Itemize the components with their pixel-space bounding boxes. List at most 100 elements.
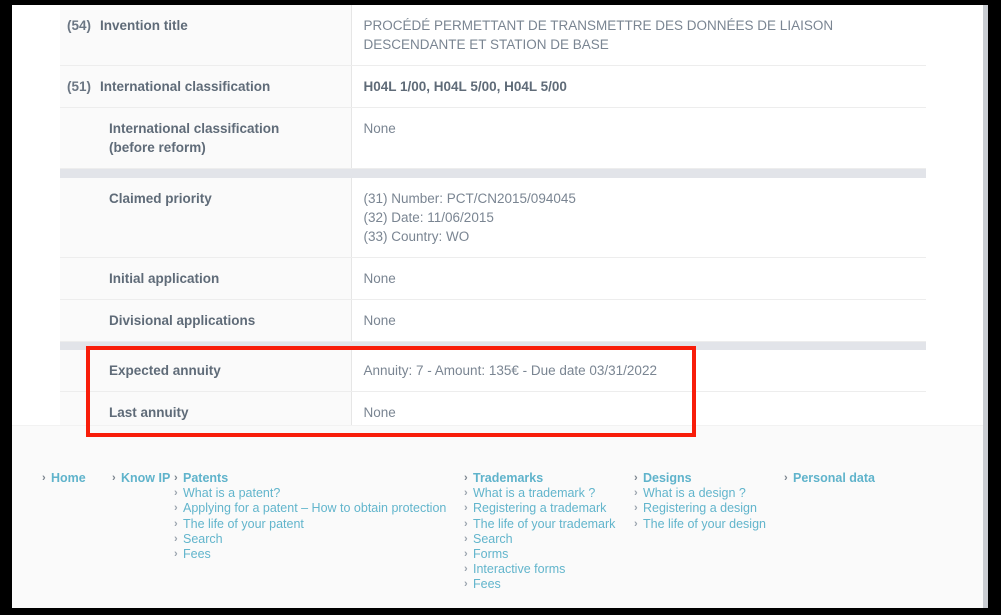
- footer-link[interactable]: › Trademarks: [464, 471, 634, 486]
- footer-link-label: Registering a trademark: [473, 501, 607, 516]
- footer-link[interactable]: › Home: [42, 471, 112, 486]
- footer-link-label: Search: [473, 531, 513, 546]
- chevron-right-icon: ›: [464, 532, 468, 545]
- chevron-right-icon: ›: [464, 487, 468, 500]
- row-value-text: None: [363, 312, 396, 328]
- chevron-right-icon: ›: [174, 517, 178, 530]
- footer-link[interactable]: › Personal data: [784, 471, 934, 486]
- claimed-priority-line: (33) Country: WO: [363, 228, 470, 244]
- footer-link-label: The life of your patent: [183, 516, 304, 531]
- table-group-spacer-left: [60, 168, 351, 178]
- footer-link-label: What is a trademark ?: [473, 486, 596, 501]
- table-row: Divisional applications None: [60, 299, 926, 342]
- chevron-right-icon: ›: [464, 517, 468, 530]
- row-label-cell: (51) International classification: [60, 65, 352, 108]
- footer-column-know: › Know IP: [112, 471, 174, 486]
- footer-link-label: Registering a design: [643, 501, 757, 516]
- row-value-cell: None: [351, 299, 926, 342]
- footer-link[interactable]: › Registering a design: [634, 501, 784, 516]
- footer-link-label: The life of your trademark: [473, 516, 616, 531]
- page-scrollbar[interactable]: [983, 5, 988, 608]
- chevron-right-icon: ›: [464, 472, 468, 484]
- footer-link-label: Fees: [473, 577, 501, 592]
- chevron-right-icon: ›: [174, 487, 178, 500]
- footer-link[interactable]: › Forms: [464, 547, 634, 562]
- footer-link[interactable]: › Fees: [174, 547, 464, 562]
- row-label-text: Initial application: [109, 270, 220, 286]
- footer-link-label: Fees: [183, 547, 211, 562]
- footer-link-label: Search: [183, 531, 223, 546]
- footer-link[interactable]: › Know IP: [112, 471, 174, 486]
- footer-column-tm: › Trademarks › What is a trademark ? › Regist…: [464, 471, 634, 593]
- footer-link-label: Forms: [473, 547, 509, 562]
- footer-link-label: Patents: [183, 471, 229, 485]
- footer-link[interactable]: › Interactive forms: [464, 562, 634, 577]
- footer-link[interactable]: › What is a design ?: [634, 486, 784, 501]
- row-value-cell: Annuity: 7 - Amount: 135€ - Due date 03/…: [351, 350, 926, 392]
- footer-link[interactable]: › The life of your patent: [174, 517, 464, 532]
- footer-column-pd: › Personal data: [784, 471, 934, 486]
- table-group-spacer-right: [351, 168, 926, 178]
- table-group-spacer: [60, 341, 926, 350]
- claimed-priority-line: (32) Date: 11/06/2015: [363, 209, 494, 225]
- row-label-text: International classification (before ref…: [109, 121, 280, 155]
- row-label-text: Expected annuity: [109, 363, 221, 378]
- chevron-right-icon: ›: [634, 472, 638, 484]
- chevron-right-icon: ›: [464, 548, 468, 561]
- footer-link-label: Trademarks: [473, 471, 544, 485]
- footer-link-label: Home: [51, 471, 86, 485]
- row-label-text: International classification: [100, 79, 271, 94]
- row-value-text: None: [363, 121, 396, 136]
- footer-link[interactable]: › Patents: [174, 471, 464, 486]
- row-value-text: Annuity: 7 - Amount: 135€ - Due date 03/…: [363, 363, 657, 378]
- row-value-text: PROCÉDÉ PERMETTANT DE TRANSMETTRE DES DO…: [363, 18, 834, 52]
- row-label-text: Divisional applications: [109, 312, 256, 328]
- footer-link[interactable]: › Fees: [464, 577, 634, 592]
- chevron-right-icon: ›: [464, 502, 468, 515]
- footer-link[interactable]: › Applying for a patent – How to obtain p…: [174, 501, 464, 516]
- footer-link[interactable]: › The life of your trademark: [464, 517, 634, 532]
- chevron-right-icon: ›: [174, 532, 178, 545]
- row-value-cell: PROCÉDÉ PERMETTANT DE TRANSMETTRE DES DO…: [351, 5, 926, 66]
- row-inid-code: (54): [66, 18, 91, 33]
- row-label-cell: Initial application: [60, 257, 352, 300]
- footer-link[interactable]: › Registering a trademark: [464, 501, 634, 516]
- footer-link[interactable]: › Designs: [634, 471, 784, 486]
- row-value-text: H04L 1/00, H04L 5/00, H04L 5/00: [363, 79, 567, 94]
- footer-link-label: What is a patent?: [183, 486, 281, 501]
- chevron-right-icon: ›: [174, 472, 178, 484]
- footer-link-label: Interactive forms: [473, 562, 566, 577]
- footer-link[interactable]: › What is a trademark ?: [464, 486, 634, 501]
- row-label-cell: Claimed priority: [60, 177, 352, 258]
- footer-link-columns: › Home › Know IP › Patents › What is a patent? ›…: [42, 471, 972, 593]
- table-row: Initial application None: [60, 257, 926, 300]
- chevron-right-icon: ›: [464, 578, 468, 591]
- row-value-cell: (31) Number: PCT/CN2015/094045 (32) Date:…: [351, 177, 926, 258]
- table-group-spacer-left: [60, 341, 351, 350]
- site-footer: › Home › Know IP › Patents › What is a patent? ›…: [12, 425, 983, 608]
- footer-column-des: › Designs › What is a design ? › Registering …: [634, 471, 784, 532]
- row-label-cell: Divisional applications: [60, 299, 352, 342]
- row-value-text: None: [363, 405, 396, 420]
- table-group-spacer: [60, 168, 926, 178]
- footer-link-label: Designs: [643, 471, 692, 485]
- footer-link[interactable]: › Search: [174, 532, 464, 547]
- row-label-cell: Expected annuity: [60, 350, 352, 392]
- chevron-right-icon: ›: [174, 548, 178, 561]
- chevron-right-icon: ›: [634, 487, 638, 500]
- footer-link[interactable]: › Search: [464, 532, 634, 547]
- row-value-cell: H04L 1/00, H04L 5/00, H04L 5/00: [351, 65, 926, 108]
- footer-link-label: Personal data: [793, 471, 875, 485]
- chevron-right-icon: ›: [464, 563, 468, 576]
- row-label-cell: International classification (before ref…: [60, 107, 352, 169]
- screenshot-frame: (54) Invention title PROCÉDÉ PERMETTANT DE…: [0, 0, 1001, 615]
- footer-column-pat: › Patents › What is a patent? › Applying for …: [174, 471, 464, 562]
- row-label-text: Claimed priority: [109, 190, 212, 206]
- footer-link[interactable]: › The life of your design: [634, 517, 784, 532]
- chevron-right-icon: ›: [42, 472, 46, 484]
- footer-link[interactable]: › What is a patent?: [174, 486, 464, 501]
- footer-link-label: Applying for a patent – How to obtain pr…: [183, 501, 447, 516]
- row-value-text: None: [363, 270, 396, 286]
- row-label-cell: (54) Invention title: [60, 5, 352, 66]
- footer-link-label: What is a design ?: [643, 486, 746, 501]
